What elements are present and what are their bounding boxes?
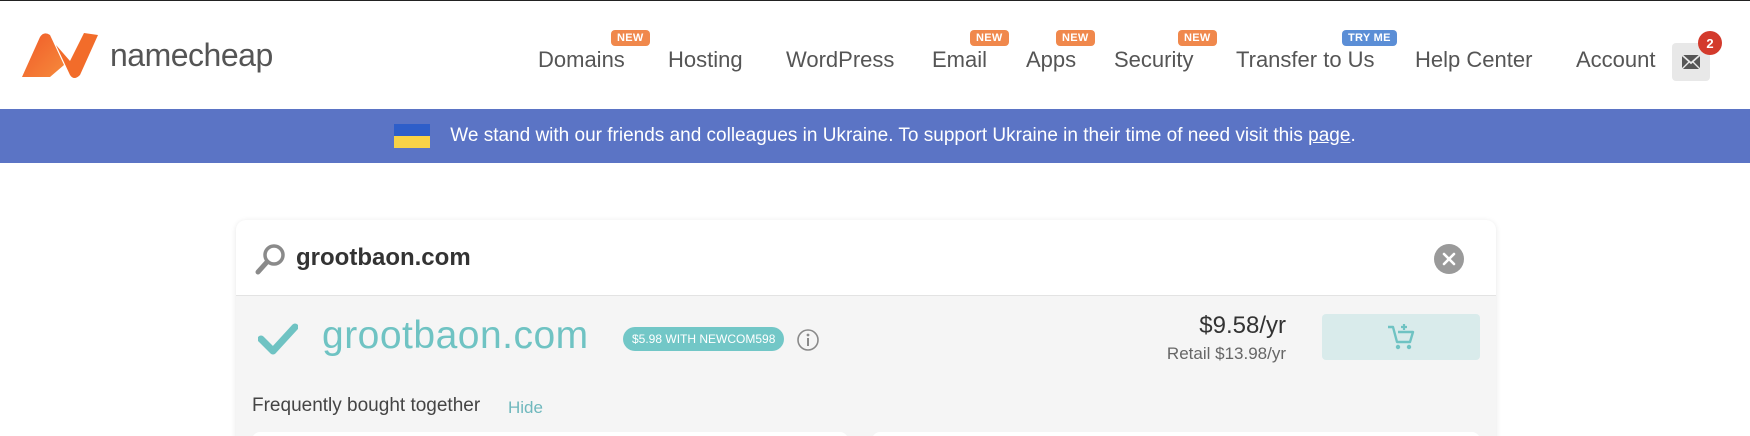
new-badge: NEW xyxy=(1178,30,1217,46)
nav-label: WordPress xyxy=(786,47,895,72)
nav-account[interactable]: Account xyxy=(1576,47,1656,73)
search-input[interactable] xyxy=(296,238,1396,278)
banner-suffix: . xyxy=(1350,125,1356,146)
hide-fbt-link[interactable]: Hide xyxy=(508,398,543,418)
nav-apps[interactable]: NEW Apps xyxy=(1026,30,1095,73)
domain-search-card: grootbaon.com $5.98 WITH NEWCOM598 $9.58… xyxy=(236,220,1496,436)
info-icon[interactable] xyxy=(796,328,820,352)
nav-label: Help Center xyxy=(1415,47,1533,72)
nav-hosting[interactable]: Hosting xyxy=(668,47,743,73)
nav-transfer[interactable]: TRY ME Transfer to Us xyxy=(1236,30,1397,73)
namecheap-logo[interactable]: namecheap xyxy=(20,31,273,79)
nav-email[interactable]: NEW Email xyxy=(932,30,1009,73)
domain-result-row: grootbaon.com $5.98 WITH NEWCOM598 $9.58… xyxy=(236,296,1496,380)
message-count-badge: 2 xyxy=(1698,31,1722,55)
nav-help-center[interactable]: Help Center xyxy=(1415,47,1532,73)
nav-label: Account xyxy=(1576,47,1656,72)
banner-text: We stand with our friends and colleagues… xyxy=(450,125,1309,146)
site-header: namecheap NEW Domains Hosting WordPress … xyxy=(0,1,1750,109)
namecheap-logo-mark-icon xyxy=(22,33,98,78)
nav-wordpress[interactable]: WordPress xyxy=(786,47,894,73)
new-badge: NEW xyxy=(970,30,1009,46)
nav-label: Security xyxy=(1114,47,1194,72)
nav-label: Domains xyxy=(538,47,625,72)
nav-label: Apps xyxy=(1026,47,1077,72)
promo-badge: $5.98 WITH NEWCOM598 xyxy=(623,327,785,351)
retail-price: Retail $13.98/yr xyxy=(1166,344,1286,363)
nav-domains[interactable]: NEW Domains xyxy=(538,30,650,73)
fbt-card xyxy=(252,432,848,436)
banner-page-link[interactable]: page xyxy=(1308,125,1350,147)
available-check-icon xyxy=(258,323,298,355)
logo-wordmark: namecheap xyxy=(110,36,273,73)
clear-search-button[interactable] xyxy=(1434,244,1464,274)
nav-label: Email xyxy=(932,47,988,72)
new-badge: NEW xyxy=(1056,30,1095,46)
envelope-icon xyxy=(1681,54,1701,70)
cart-icon xyxy=(1388,324,1415,350)
try-me-badge: TRY ME xyxy=(1342,30,1397,46)
nav-security[interactable]: NEW Security xyxy=(1114,30,1217,73)
close-icon xyxy=(1442,252,1456,266)
result-domain-name[interactable]: grootbaon.com xyxy=(322,314,589,358)
new-badge: NEW xyxy=(611,30,650,46)
search-icon xyxy=(255,244,285,275)
nav-label: Hosting xyxy=(668,47,743,72)
add-to-cart-button[interactable] xyxy=(1322,314,1480,360)
ukraine-flag-icon xyxy=(394,124,431,148)
search-bar xyxy=(236,220,1496,296)
fbt-card xyxy=(872,432,1480,436)
ukraine-banner: We stand with our friends and colleagues… xyxy=(0,109,1750,163)
frequently-bought-heading: Frequently bought together xyxy=(252,395,481,416)
nav-label: Transfer to Us xyxy=(1236,47,1375,72)
domain-price: $9.58/yr xyxy=(1199,312,1286,339)
